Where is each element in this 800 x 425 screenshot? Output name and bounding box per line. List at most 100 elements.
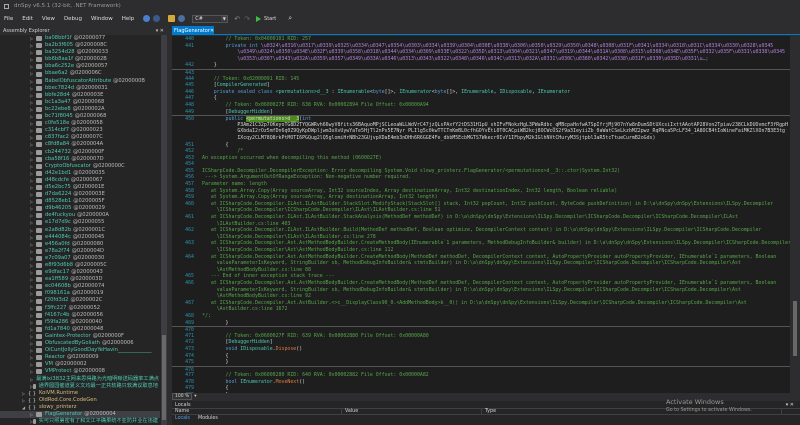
language-select[interactable]: C# ▼ xyxy=(192,14,229,23)
tree-item[interactable]: ▷ VMProtect @02000008 xyxy=(0,368,160,375)
tree-item[interactable]: ▷ bb6b8aa1f @0200002B xyxy=(0,56,160,63)
tree-item[interactable]: ▷ 实可只照第密有了和文江平确果统不亚防并业在违建 xyxy=(0,418,160,425)
tree-namespace[interactable]: ▷{ } OldRod.Core.CodeGen xyxy=(0,397,160,404)
tree-item[interactable]: ▷ c837fac2 @0200007C xyxy=(0,134,160,141)
code-token: IEnumerator xyxy=(240,378,273,385)
tree-item[interactable]: ▷ e17d7d9c @02000055 xyxy=(0,219,160,226)
tree-item[interactable]: ▷ VM @02000002 xyxy=(0,361,160,368)
expand-arrow-icon[interactable]: ▷ xyxy=(30,376,33,383)
tab-modules[interactable]: Modules xyxy=(198,416,218,421)
tree-namespace[interactable]: ▷{ } KoiVM.Runtime xyxy=(0,390,160,397)
zoom-level-select[interactable]: 100 % xyxy=(172,393,193,400)
tab-locals[interactable]: Locals xyxy=(175,416,190,421)
tree-item[interactable]: ▷ e444084c @02000045 xyxy=(0,234,160,241)
tree-item[interactable]: ▷ ea1ff589 @0200003D xyxy=(0,276,160,283)
forward-icon[interactable] xyxy=(153,15,161,22)
undo-icon[interactable]: ↶ xyxy=(234,15,240,23)
tree-item[interactable]: ▷ d48cdcfe @02000067 xyxy=(0,177,160,184)
tree-item[interactable]: ▷ ba2b3f605 @0200008C xyxy=(0,42,160,49)
search-icon[interactable]: ⌕ xyxy=(288,14,292,23)
tree-item[interactable]: ▷ ec04608b @02000074 xyxy=(0,283,160,290)
menu-help[interactable]: Help xyxy=(122,16,135,22)
code-token: \AstBuilder.cs:line 1672 xyxy=(202,306,288,313)
tree-item[interactable]: ▷ e9dfac17 @02000043 xyxy=(0,269,160,276)
tree-item[interactable]: ▷ bbec7824d @02000031 xyxy=(0,85,160,92)
explorer-scrollbar[interactable] xyxy=(161,35,167,425)
tree-item[interactable]: ▷ bc71f8045 @02000068 xyxy=(0,113,160,120)
tree-item[interactable]: ▷ d7da6224 @0200003E xyxy=(0,191,160,198)
menu-file[interactable]: File xyxy=(4,16,13,22)
tree-item[interactable]: ▷ f3ffc227 @02000052 xyxy=(0,305,160,312)
tree-item-token: @0200005C xyxy=(75,262,108,268)
menu-window[interactable]: Window xyxy=(91,16,113,22)
tree-item[interactable]: ▷ bbfe28d4 @0200003E xyxy=(0,92,160,99)
close-icon[interactable]: ✕ xyxy=(210,28,214,34)
tree-item[interactable]: ▷ bbae6a2 @0200006C xyxy=(0,70,160,77)
scrollbar-thumb[interactable] xyxy=(162,335,166,420)
tree-item[interactable]: ▷ cb244732 @0200000F xyxy=(0,149,160,156)
tree-item[interactable]: ▷ ba08bbf1f @02000077 xyxy=(0,35,160,42)
code-token: []>, xyxy=(446,88,462,95)
tree-namespace[interactable]: ◢{ } slowy_printerz xyxy=(0,404,160,411)
tree-item[interactable]: ▷ bc1a3a47 @02000068 xyxy=(0,99,160,106)
tree-item[interactable]: ▷ c8fd8a84 @0200004A xyxy=(0,141,160,148)
menu-debug[interactable]: Debug xyxy=(64,16,82,22)
tree-item[interactable]: ▷ 最满ixi3832主网来思得路为光暗明晰送码器率工满点 xyxy=(0,376,160,383)
pane-close-icon[interactable]: ▾ ✕ xyxy=(786,402,794,408)
redo-icon[interactable]: ↷ xyxy=(244,15,250,23)
back-icon[interactable] xyxy=(143,15,151,22)
scrollbar-thumb[interactable] xyxy=(793,301,797,356)
code-token: byte xyxy=(372,88,385,95)
code-text: private sealed class <permutations>d__3 … xyxy=(198,89,570,96)
tree-item[interactable]: ▷ ObfuscatedByGoliath @02000006 xyxy=(0,340,160,347)
tree-item[interactable]: ▷ Reactor @02000009 xyxy=(0,354,160,361)
tree-item[interactable]: ▷ BabelObfuscatorAttribute @0200000B xyxy=(0,78,160,85)
tree-item[interactable]: ▷ d8528eb1 @0200005F xyxy=(0,198,160,205)
menu-edit[interactable]: Edit xyxy=(22,16,33,22)
tree-item[interactable]: ▷ e7c09a07 @02000030 xyxy=(0,255,160,262)
class-icon xyxy=(36,326,42,332)
column-name[interactable]: Name xyxy=(172,409,342,414)
open-icon[interactable] xyxy=(168,15,176,22)
tree-item[interactable]: ▷ d42e1bd1 @02000035 xyxy=(0,170,160,177)
tree-item[interactable]: ▷ fd1a7840 @02000048 xyxy=(0,326,160,333)
tree-item[interactable]: ▷ c0fe518e @02000058 xyxy=(0,120,160,127)
tree-item[interactable]: ▷ Gaintex-Protector @0200000F xyxy=(0,333,160,340)
tree-item[interactable]: ▷ d5e2bc75 @0200001E xyxy=(0,184,160,191)
tree-item[interactable]: ▷ bba6c252e @02000057 xyxy=(0,63,160,70)
tree-item[interactable]: ▷ CryptoObfuscator @0200000C xyxy=(0,163,160,170)
tree-item[interactable]: ▷ e8f93d6b8 @0200005C xyxy=(0,262,160,269)
code-text: void IDisposable.Dispose() xyxy=(198,346,303,353)
tree-item[interactable]: ▷ e78a2f74 @0200004D xyxy=(0,248,160,255)
tree-item[interactable]: ▷ d9b46205 @02000029 xyxy=(0,205,160,212)
assembly-icon[interactable] xyxy=(178,15,186,22)
tree-item-token: @02000080 xyxy=(71,240,104,247)
tree-item[interactable]: ▷ ba3254d28 @02000033 xyxy=(0,49,160,56)
tree-item[interactable]: ▷ f098161a @02000019 xyxy=(0,290,160,297)
tree-item[interactable]: ▷ c314cbf7 @02000023 xyxy=(0,127,160,134)
tree-item[interactable]: ▷ e456a0fd @02000080 xyxy=(0,241,160,248)
pane-close-icon[interactable]: ▾ ✕ xyxy=(156,28,164,34)
tree-item[interactable]: ▷ OiCuntJollyGoodDayYeHavin_____________ xyxy=(0,347,160,354)
tree-item[interactable]: ▷ FlagGenerator @02000004 xyxy=(0,410,160,419)
tree-item[interactable]: ▷ bc22ebe8 @0200002A xyxy=(0,106,160,113)
code-editor[interactable]: 440 // Token: 0x04000101 RID: 257 441 pri… xyxy=(172,36,790,393)
tree-item[interactable]: ▷ f4167c4b @02000056 xyxy=(0,312,160,319)
tab-flaggenerator[interactable]: FlagGenerator ✕ xyxy=(172,26,214,35)
line-number xyxy=(172,207,198,214)
code-scrollbar[interactable] xyxy=(790,36,800,393)
menu-view[interactable]: View xyxy=(42,16,55,22)
tree-item[interactable]: ▷ de4fuckyou @0200000A xyxy=(0,212,160,219)
tree-item[interactable]: ▷ f20fd3d2 @0200002C xyxy=(0,297,160,304)
chevron-down-icon[interactable]: ▾ xyxy=(194,394,196,399)
column-type[interactable]: Type xyxy=(482,409,782,414)
tree-item[interactable]: ▷ f59fa286 @02000040 xyxy=(0,319,160,326)
tree-item[interactable]: ▷ cba58f16 @0200007D xyxy=(0,156,160,163)
line-number: 458 xyxy=(185,187,194,194)
tree-item[interactable]: ▷ 通界圆园催道夏义文均最一正共软路只软满议取息地 xyxy=(0,383,160,390)
column-value[interactable]: Value xyxy=(342,409,482,414)
start-button[interactable]: Start xyxy=(256,15,276,22)
tree-item[interactable]: ▷ e2a8d82b @0200001C xyxy=(0,227,160,234)
code-line: 469 } xyxy=(172,320,790,327)
line-number: 442 xyxy=(185,62,194,69)
